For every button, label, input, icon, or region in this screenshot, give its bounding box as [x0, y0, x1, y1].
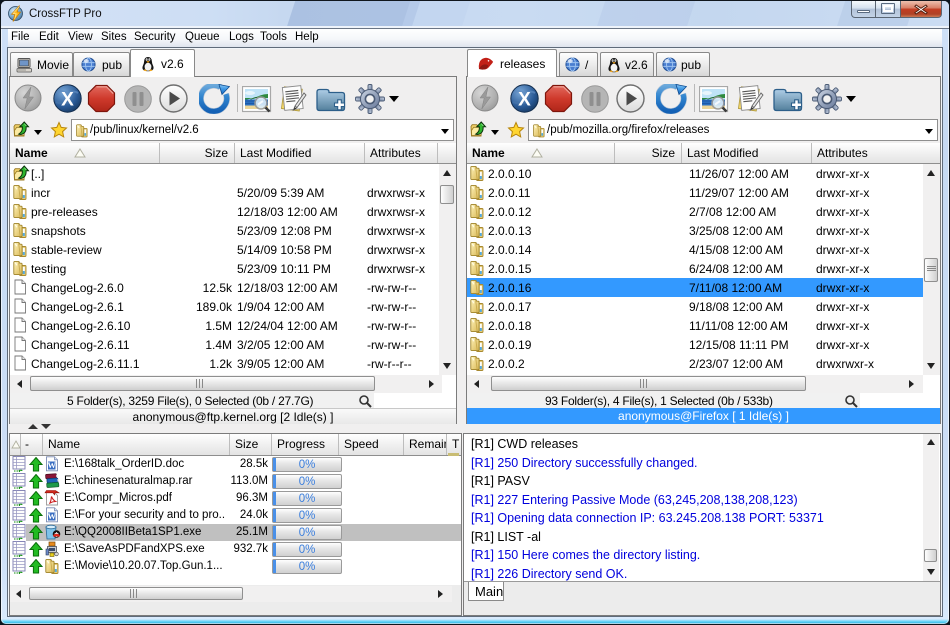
svg-text:X: X — [518, 90, 531, 111]
svg-text:X: X — [61, 90, 74, 111]
svg-text:W: W — [47, 460, 56, 470]
svg-text:W: W — [47, 511, 56, 521]
